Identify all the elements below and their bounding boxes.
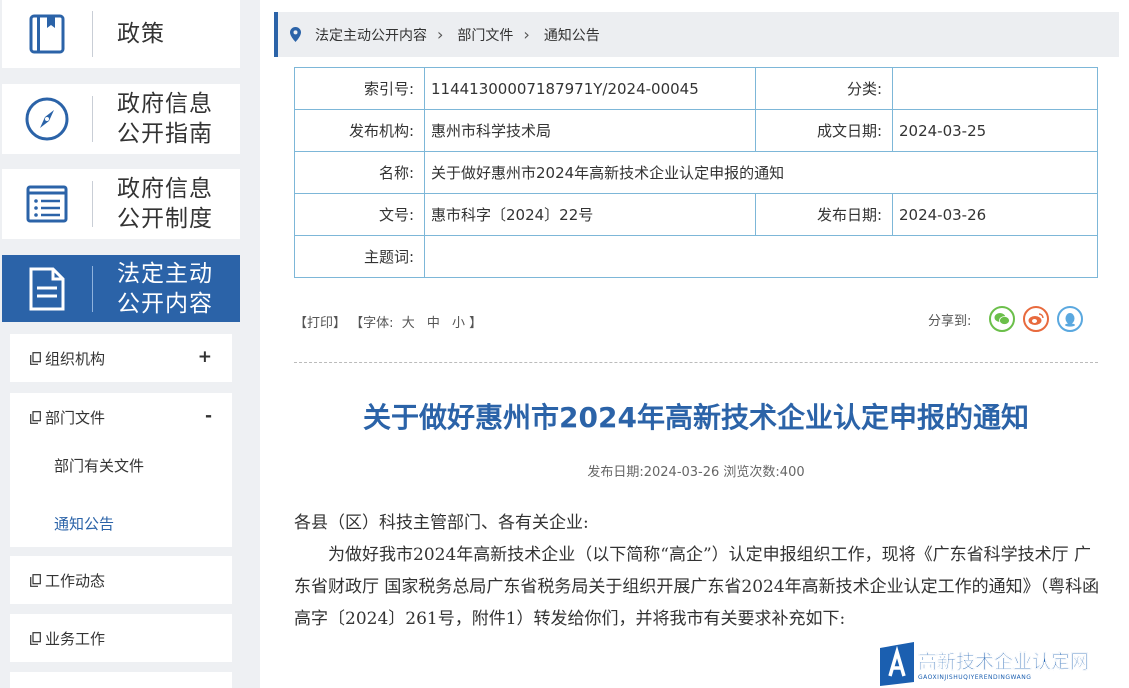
keywords-value <box>424 235 1098 278</box>
chevron-right-icon: › <box>523 25 530 44</box>
print-button[interactable]: 【打印】 <box>294 316 346 331</box>
published-date-value: 2024-03-26 <box>892 193 1098 236</box>
font-small-button[interactable]: 小 <box>452 316 465 331</box>
font-size-close: 】 <box>469 316 483 331</box>
published-date-label: 发布日期: <box>755 193 893 236</box>
copy-icon <box>30 410 41 424</box>
nav-policy[interactable]: 政策 <box>2 0 240 68</box>
copy-icon <box>30 631 41 645</box>
document-info-table: 索引号: 11441300007187971Y/2024-00045 分类: 发… <box>294 67 1098 278</box>
nav-statutory-content[interactable]: 法定主动 公开内容 <box>2 255 240 322</box>
watermark-title: 高新技术企业认定网 <box>918 651 1090 673</box>
sidebar: 政策 政府信息 公开指南 政府信息 公开制度 法定主动 公开内容 组织机构 + … <box>0 0 243 688</box>
nav-disclosure-system[interactable]: 政府信息 公开制度 <box>2 169 240 239</box>
list-document-icon <box>2 169 92 239</box>
name-label: 名称: <box>294 151 425 194</box>
index-no-label: 索引号: <box>294 67 425 110</box>
expand-toggle[interactable]: + <box>198 347 212 367</box>
issuer-value: 惠州市科学技术局 <box>424 109 756 152</box>
share-label: 分享到: <box>928 313 972 329</box>
nav-label: 政策 <box>117 21 165 47</box>
subnav-notices[interactable]: 通知公告 <box>54 513 114 534</box>
subnav-business[interactable]: 业务工作 <box>10 614 232 662</box>
subnav-label: 组织机构 <box>45 349 106 368</box>
divider <box>294 362 1098 363</box>
article-title: 关于做好惠州市2024年高新技术企业认定申报的通知 <box>363 401 1029 434</box>
wechat-share-icon[interactable] <box>989 306 1016 332</box>
article-tools: 【打印】 【字体: 大 中 小 】 <box>294 312 482 331</box>
watermark-logo-icon <box>880 642 914 686</box>
copy-icon <box>30 351 41 365</box>
subnav-work-news[interactable]: 工作动态 <box>10 556 232 604</box>
doc-no-value: 惠市科字〔2024〕22号 <box>424 193 756 236</box>
breadcrumb-notices[interactable]: 通知公告 <box>544 25 600 45</box>
created-date-label: 成文日期: <box>755 109 893 152</box>
name-value: 关于做好惠州市2024年高新技术企业认定申报的通知 <box>424 151 1098 194</box>
font-size-label: 【字体: <box>350 316 394 331</box>
created-date-value: 2024-03-25 <box>892 109 1098 152</box>
article-meta: 发布日期:2024-03-26 浏览次数:400 <box>587 465 805 480</box>
subnav-label: 业务工作 <box>45 629 106 648</box>
share-bar: 分享到: <box>928 306 1084 332</box>
collapse-toggle[interactable]: - <box>205 406 212 426</box>
nav-disclosure-guide[interactable]: 政府信息 公开指南 <box>2 84 240 154</box>
copy-icon <box>30 573 41 587</box>
keywords-label: 主题词: <box>294 235 425 278</box>
subnav-label: 部门文件 <box>45 408 106 427</box>
subnav-org[interactable]: 组织机构 + <box>10 334 232 382</box>
breadcrumb: 法定主动公开内容 › 部门文件 › 通知公告 <box>274 12 1119 57</box>
subnav-next-item[interactable] <box>10 672 232 688</box>
index-no-value: 11441300007187971Y/2024-00045 <box>424 67 756 110</box>
nav-label: 政府信息 公开指南 <box>117 91 213 147</box>
subnav-dept[interactable]: 部门文件 - <box>10 393 232 441</box>
article-body: 各县（区）科技主管部门、各有关企业: 为做好我市2024年高新技术企业（以下简称… <box>294 507 1102 635</box>
font-medium-button[interactable]: 中 <box>427 316 440 331</box>
article-paragraph: 为做好我市2024年高新技术企业（以下简称“高企”）认定申报组织工作，现将《广东… <box>294 545 1100 629</box>
book-icon <box>2 0 92 68</box>
site-watermark: 高新技术企业认定网 GAOXINJISHUQIYERENDINGWANG <box>880 640 1129 688</box>
compass-icon <box>2 84 92 154</box>
weibo-share-icon[interactable] <box>1023 306 1050 332</box>
watermark-subtitle: GAOXINJISHUQIYERENDINGWANG <box>918 674 1032 681</box>
doc-no-label: 文号: <box>294 193 425 236</box>
location-pin-icon <box>290 27 301 42</box>
watermark-text: 高新技术企业认定网 GAOXINJISHUQIYERENDINGWANG <box>918 647 1089 681</box>
main-content: 法定主动公开内容 › 部门文件 › 通知公告 索引号: 114413000071… <box>260 0 1129 688</box>
chevron-right-icon: › <box>437 25 444 44</box>
breadcrumb-statutory[interactable]: 法定主动公开内容 <box>315 25 427 45</box>
document-icon <box>2 255 92 322</box>
category-value <box>892 67 1098 110</box>
category-label: 分类: <box>755 67 893 110</box>
nav-label: 法定主动 公开内容 <box>117 260 213 317</box>
subnav-label: 工作动态 <box>45 571 106 590</box>
article-greeting: 各县（区）科技主管部门、各有关企业: <box>294 513 589 533</box>
nav-label: 政府信息 公开制度 <box>117 176 213 232</box>
subnav-dept-related-files[interactable]: 部门有关文件 <box>54 455 144 476</box>
breadcrumb-dept-files[interactable]: 部门文件 <box>457 25 513 45</box>
issuer-label: 发布机构: <box>294 109 425 152</box>
font-large-button[interactable]: 大 <box>402 316 415 331</box>
qq-share-icon[interactable] <box>1057 306 1084 332</box>
